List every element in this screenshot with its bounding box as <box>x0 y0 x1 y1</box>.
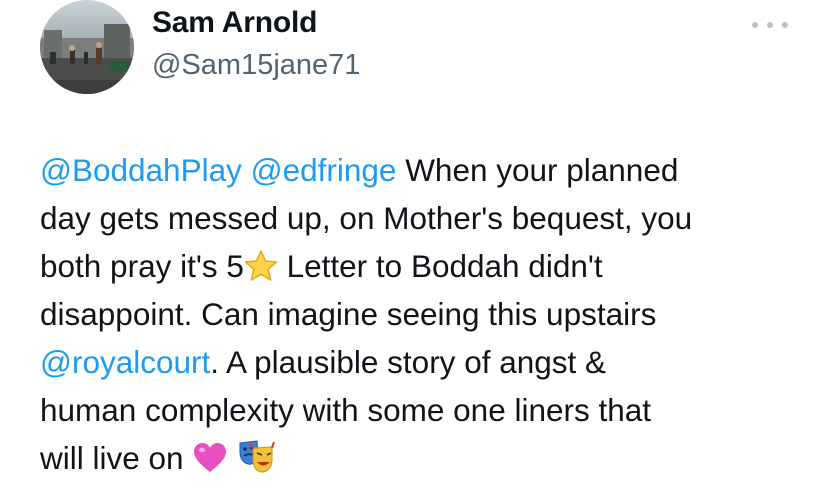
tweet-line: will live on <box>40 434 810 482</box>
author-handle[interactable]: @Sam15jane71 <box>152 49 360 82</box>
tweet-line: @royalcourt. A plausible story of angst … <box>40 338 810 386</box>
avatar[interactable] <box>40 0 134 94</box>
tweet-text: @BoddahPlay @edfringe When your planned … <box>40 146 810 482</box>
dot <box>782 22 788 28</box>
mention-edfringe[interactable]: @edfringe <box>251 152 397 188</box>
tweet-text-segment: both pray it's 5 <box>40 248 244 284</box>
tweet-text-segment: will live on <box>40 440 193 476</box>
dot <box>752 22 758 28</box>
tweet-text-segment: day gets messed up, on Mother's bequest,… <box>40 200 693 236</box>
tweet-line: @BoddahPlay @edfringe When your planned <box>40 146 810 194</box>
mention-royalcourt[interactable]: @royalcourt <box>40 344 210 380</box>
star-emoji <box>244 249 278 283</box>
tweet-text-segment: disappoint. Can imagine seeing this upst… <box>40 296 657 332</box>
mention-boddahplay[interactable]: @BoddahPlay <box>40 152 242 188</box>
tweet-text-segment: When your planned <box>396 152 679 188</box>
tweet-text-segment: . A plausible story of angst & <box>210 344 607 380</box>
tweet-line: day gets messed up, on Mother's bequest,… <box>40 194 810 242</box>
pink-heart-emoji <box>192 441 228 475</box>
performing-arts-emoji <box>237 439 276 475</box>
avatar-photo <box>40 0 134 94</box>
more-options-icon[interactable] <box>752 16 788 34</box>
tweet-text-segment: human complexity with some one liners th… <box>40 392 652 428</box>
tweet-line: both pray it's 5 Letter to Boddah didn't <box>40 242 810 290</box>
tweet-text-segment: Letter to Boddah didn't <box>277 248 603 284</box>
author-name[interactable]: Sam Arnold <box>152 6 317 40</box>
tweet: Sam Arnold @Sam15jane71 @BoddahPlay @edf… <box>0 0 828 498</box>
tweet-line: disappoint. Can imagine seeing this upst… <box>40 290 810 338</box>
tweet-line: human complexity with some one liners th… <box>40 386 810 434</box>
dot <box>767 22 773 28</box>
